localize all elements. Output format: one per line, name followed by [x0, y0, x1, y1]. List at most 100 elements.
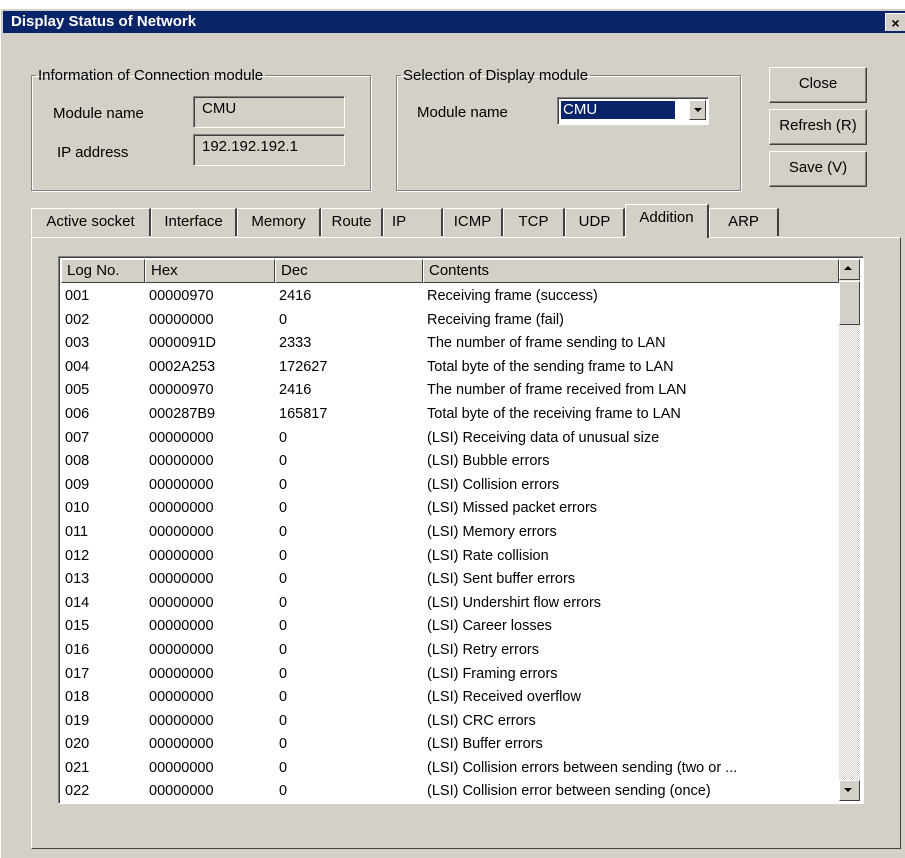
display-module-group: Selection of Display module [396, 67, 741, 191]
table-row[interactable]: 003 0000091D 2333 The number of frame sendi… [61, 332, 839, 356]
display-module-selected-value: CMU [560, 100, 676, 120]
cell-dec: 0 [279, 500, 288, 517]
table-row[interactable]: 005 00000970 2416 The number of frame recei… [61, 379, 839, 403]
tab-tcp[interactable]: TCP [503, 208, 565, 236]
ip-address-field: 192.192.192.1 [193, 134, 345, 166]
connection-module-group: Information of Connection module [31, 67, 371, 191]
dropdown-arrow-icon[interactable] [689, 100, 706, 120]
scroll-up-icon[interactable] [839, 259, 860, 280]
log-list[interactable]: Log No. Hex Dec Contents 001 00000970 2416… [58, 256, 864, 804]
cell-hex: 00000000 [149, 476, 214, 493]
connection-module-legend: Information of Connection module [38, 67, 264, 84]
cell-log-no: 006 [65, 405, 90, 422]
cell-log-no: 004 [65, 358, 90, 375]
cell-dec: 0 [279, 453, 288, 470]
cell-log-no: 001 [65, 288, 90, 304]
cell-log-no: 015 [65, 618, 90, 635]
cell-log-no: 003 [65, 335, 90, 352]
tab-addition[interactable]: Addition [625, 204, 709, 238]
cell-hex: 00000000 [149, 594, 214, 611]
cell-hex: 00000970 [149, 382, 214, 399]
cell-contents: (LSI) Career losses [427, 618, 552, 635]
table-row[interactable]: 012 00000000 0 (LSI) Rate collision [61, 545, 839, 569]
tab-icmp[interactable]: ICMP [443, 208, 503, 236]
save-button[interactable]: Save (V) [769, 151, 867, 187]
cell-dec: 0 [279, 665, 288, 682]
tab-route[interactable]: Route [321, 208, 383, 236]
cell-dec: 172627 [279, 358, 328, 375]
cell-contents: Total byte of the sending frame to LAN [427, 358, 674, 375]
cell-dec: 2333 [279, 335, 312, 352]
cell-hex: 0000091D [149, 335, 216, 352]
cell-contents: (LSI) Collision error between sending (o… [427, 783, 711, 800]
cell-log-no: 011 [65, 523, 89, 540]
refresh-button[interactable]: Refresh (R) [769, 109, 867, 145]
cell-contents: (LSI) Receiving data of unusual size [427, 429, 660, 446]
cell-log-no: 012 [65, 547, 90, 564]
title-bar[interactable]: Display Status of Network × [3, 11, 905, 33]
cell-log-no: 013 [65, 571, 90, 588]
cell-contents: (LSI) Missed packet errors [427, 500, 598, 517]
cell-dec: 0 [279, 618, 288, 635]
cell-dec: 0 [279, 429, 288, 446]
tab-active-socket[interactable]: Active socket [31, 208, 151, 236]
cell-hex: 00000000 [149, 429, 214, 446]
cell-log-no: 019 [65, 712, 90, 729]
table-row[interactable]: 014 00000000 0 (LSI) Undershirt flow errors [61, 592, 839, 616]
cell-log-no: 014 [65, 594, 90, 611]
cell-dec: 0 [279, 547, 288, 564]
cell-contents: (LSI) Bubble errors [427, 453, 550, 470]
table-row[interactable]: 016 00000000 0 (LSI) Retry errors [61, 639, 839, 663]
vertical-scrollbar[interactable] [839, 259, 860, 801]
table-row[interactable]: 007 00000000 0 (LSI) Receiving data of unus… [61, 427, 839, 451]
column-header-contents[interactable]: Contents [423, 259, 839, 283]
column-header-log-no[interactable]: Log No. [61, 259, 145, 283]
column-header-dec[interactable]: Dec [275, 259, 423, 283]
cell-dec: 0 [279, 571, 288, 588]
cell-dec: 0 [279, 783, 288, 800]
cell-dec: 0 [279, 759, 288, 776]
cell-hex: 00000000 [149, 689, 214, 706]
table-row[interactable]: 020 00000000 0 (LSI) Buffer errors [61, 733, 839, 757]
display-module-select[interactable]: CMU [557, 97, 709, 125]
table-row[interactable]: 022 00000000 0 (LSI) Collision error betwee… [61, 780, 839, 803]
cell-contents: (LSI) Collision errors between sending (… [427, 759, 738, 776]
tab-arp[interactable]: ARP [709, 208, 779, 236]
table-row[interactable]: 004 0002A253 172627 Total byte of the sendi… [61, 356, 839, 380]
table-row[interactable]: 001 00000970 2416 Receiving frame (success) [61, 285, 839, 309]
scroll-down-icon[interactable] [839, 780, 860, 801]
table-row[interactable]: 010 00000000 0 (LSI) Missed packet errors [61, 497, 839, 521]
tab-udp[interactable]: UDP [565, 208, 625, 236]
cell-dec: 0 [279, 712, 288, 729]
cell-dec: 0 [279, 476, 288, 493]
tab-interface[interactable]: Interface [151, 208, 237, 236]
scroll-thumb[interactable] [839, 281, 860, 325]
tab-ip[interactable]: IP [383, 208, 443, 236]
table-row[interactable]: 009 00000000 0 (LSI) Collision errors [61, 474, 839, 498]
cell-log-no: 018 [65, 689, 90, 706]
cell-hex: 00000000 [149, 665, 214, 682]
table-row[interactable]: 015 00000000 0 (LSI) Career losses [61, 615, 839, 639]
cell-hex: 00000000 [149, 618, 214, 635]
table-row[interactable]: 006 000287B9 165817 Total byte of the recei… [61, 403, 839, 427]
cell-hex: 0002A253 [149, 358, 216, 375]
close-button[interactable]: Close [769, 67, 867, 103]
cell-contents: (LSI) Sent buffer errors [427, 571, 576, 588]
cell-hex: 00000000 [149, 571, 214, 588]
cell-hex: 00000000 [149, 453, 214, 470]
table-row[interactable]: 002 00000000 0 Receiving frame (fail) [61, 309, 839, 333]
column-header-hex[interactable]: Hex [145, 259, 275, 283]
table-row[interactable]: 018 00000000 0 (LSI) Received overflow [61, 686, 839, 710]
table-row[interactable]: 021 00000000 0 (LSI) Collision errors betwe… [61, 757, 839, 781]
table-row[interactable]: 013 00000000 0 (LSI) Sent buffer errors [61, 568, 839, 592]
tab-memory[interactable]: Memory [237, 208, 321, 236]
window-title: Display Status of Network [11, 13, 197, 30]
list-rows: 001 00000970 2416 Receiving frame (success)… [61, 285, 839, 803]
table-row[interactable]: 017 00000000 0 (LSI) Framing errors [61, 663, 839, 687]
table-row[interactable]: 008 00000000 0 (LSI) Bubble errors [61, 450, 839, 474]
cell-contents: (LSI) Received overflow [427, 689, 581, 706]
cell-hex: 00000970 [149, 288, 214, 304]
close-window-icon[interactable]: × [885, 13, 905, 31]
table-row[interactable]: 019 00000000 0 (LSI) CRC errors [61, 710, 839, 734]
table-row[interactable]: 011 00000000 0 (LSI) Memory errors [61, 521, 839, 545]
